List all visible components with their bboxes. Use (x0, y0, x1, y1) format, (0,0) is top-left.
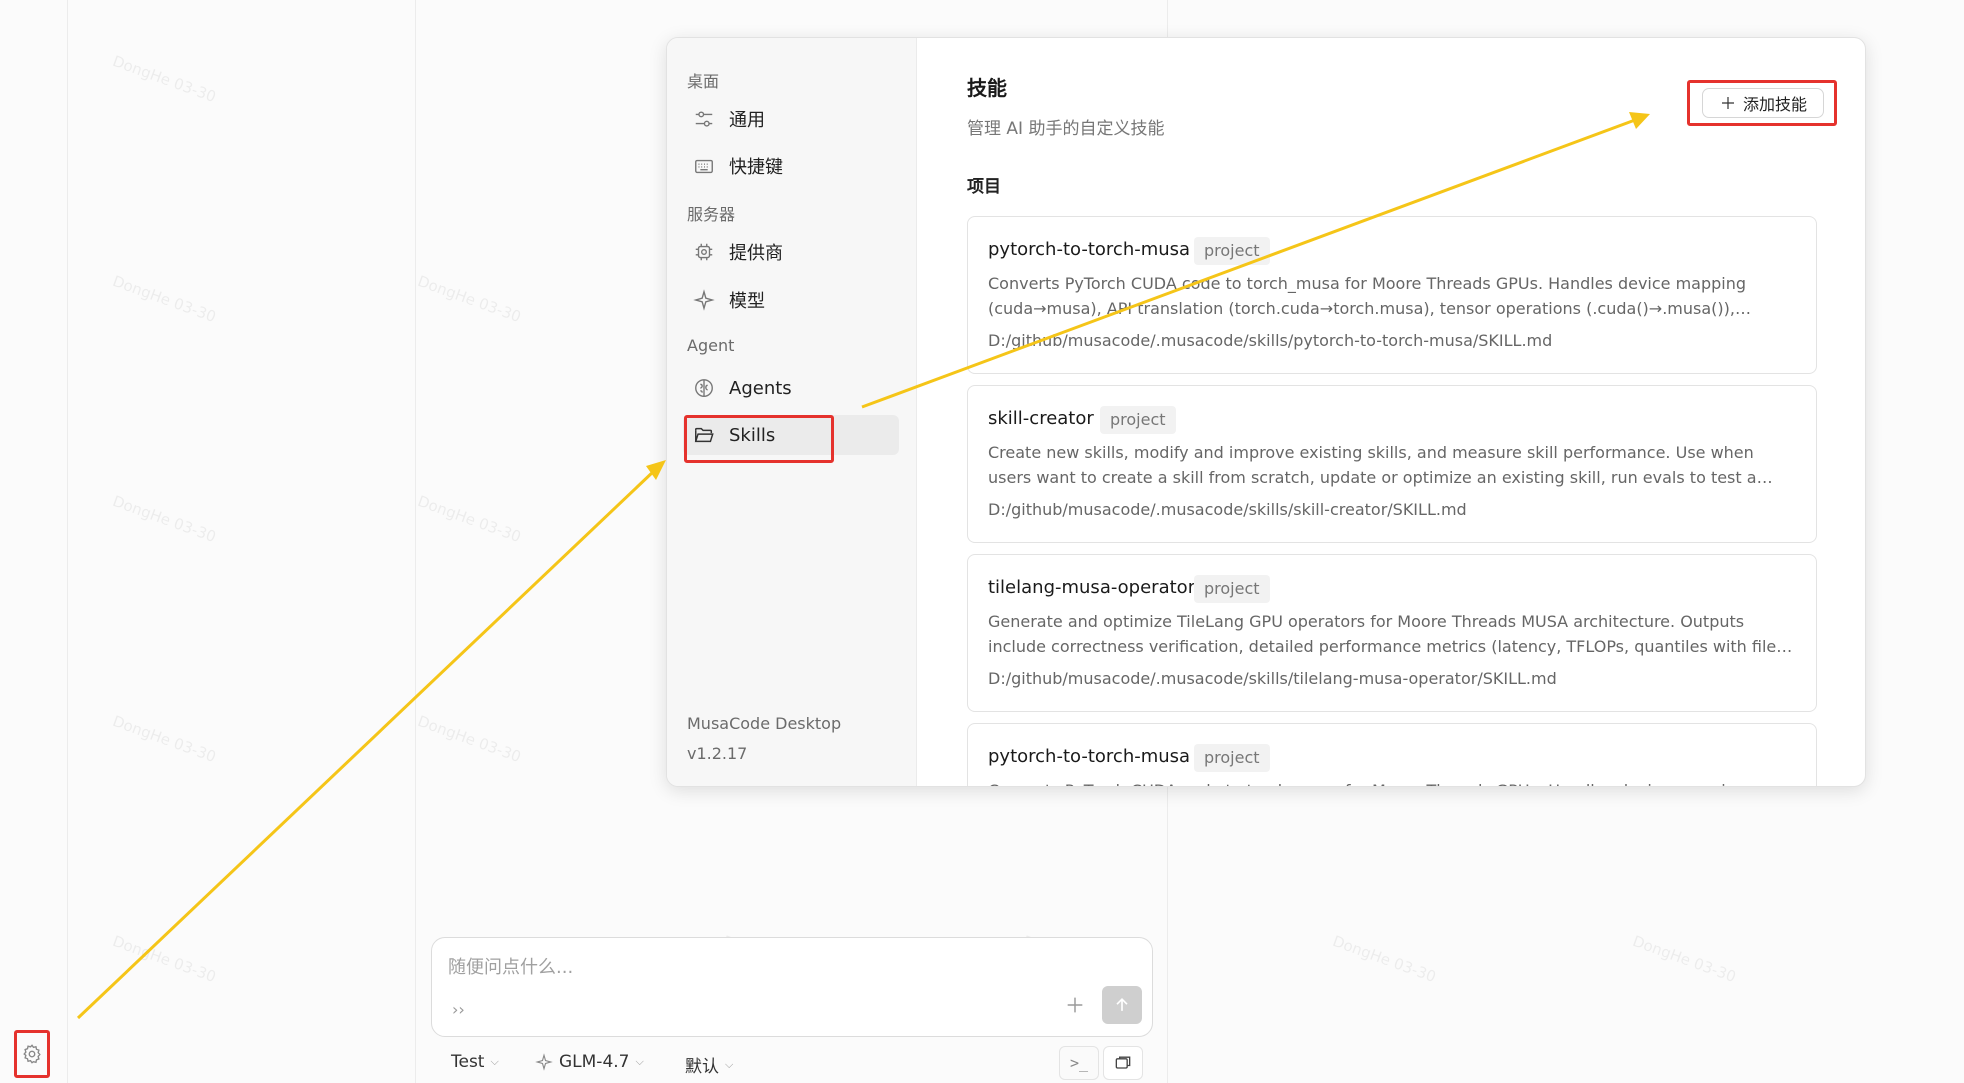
skill-name: tilelang-musa-operator (988, 577, 1196, 598)
section-heading-project: 项目 (967, 177, 1001, 197)
skills-panel: 技能 管理 AI 助手的自定义技能 添加技能 项目 pytorch-to-tor… (917, 38, 1865, 786)
session-list-pane (68, 0, 416, 1083)
settings-sidebar: 桌面 通用 快捷键 服务器 提供商 模型 Agent Agents Skills… (667, 38, 917, 786)
skill-tag: project (1100, 406, 1176, 434)
send-button[interactable] (1102, 986, 1142, 1024)
sidebar-item-label: Agents (729, 377, 792, 399)
skill-description: Converts PyTorch CUDA code to torch_musa… (988, 274, 1747, 318)
copy-window-icon (1115, 1056, 1131, 1069)
panel-toggle-button[interactable] (1103, 1046, 1143, 1080)
skill-card[interactable]: skill-creator project Create new skills,… (967, 385, 1817, 543)
sidebar-item-label: 提供商 (729, 243, 783, 264)
model-selector-label: GLM-4.7 (559, 1052, 630, 1072)
terminal-button[interactable]: >_ (1059, 1046, 1099, 1080)
sidebar-item-providers[interactable]: 提供商 (683, 232, 899, 272)
sparkle-icon (535, 1053, 553, 1071)
keyboard-icon (695, 159, 713, 174)
skill-list: pytorch-to-torch-musa project Converts P… (967, 216, 1817, 786)
skill-tag: project (1194, 237, 1270, 265)
sidebar-item-label: 模型 (729, 291, 765, 312)
sidebar-item-general[interactable]: 通用 (683, 99, 899, 139)
skill-description: Converts PyTorch CUDA code to torch_musa… (988, 778, 1798, 786)
sidebar-item-agents[interactable]: Agents (683, 368, 899, 408)
skill-description: Generate and optimize TileLang GPU opera… (988, 612, 1777, 656)
skill-tag: project (1194, 744, 1270, 772)
app-version: v1.2.17 (687, 744, 748, 763)
sidebar-section-desktop: 桌面 (687, 72, 720, 91)
plus-icon (1721, 97, 1734, 109)
add-skill-highlight-box: 添加技能 (1687, 80, 1837, 126)
sidebar-item-label: Skills (729, 424, 776, 446)
sidebar-item-skills[interactable]: Skills (683, 415, 899, 455)
mode-selector-label: 默认 (685, 1057, 719, 1077)
skill-card[interactable]: pytorch-to-torch-musa project Converts P… (967, 216, 1817, 374)
skill-card[interactable]: pytorch-to-torch-musa project Converts P… (967, 723, 1817, 786)
skill-name: pytorch-to-torch-musa (988, 746, 1191, 767)
app-name: MusaCode Desktop (687, 714, 842, 733)
sidebar-item-models[interactable]: 模型 (683, 280, 899, 320)
add-skill-label: 添加技能 (1742, 95, 1807, 114)
skill-tag: project (1194, 575, 1270, 603)
chevron-down-icon: ⌵ (635, 1055, 644, 1068)
skill-card[interactable]: tilelang-musa-operator project Generate … (967, 554, 1817, 712)
settings-button[interactable] (14, 1030, 50, 1078)
page-title: 技能 (967, 76, 1007, 100)
skill-name: skill-creator (988, 408, 1094, 429)
sidebar-item-shortcuts[interactable]: 快捷键 (683, 146, 899, 186)
chevron-down-icon: ⌵ (490, 1055, 499, 1068)
mode-selector[interactable]: 默认 ⌵ (685, 1052, 733, 1077)
sparkle-icon (693, 289, 715, 311)
plus-icon (1067, 997, 1083, 1013)
chevron-down-icon: ⌵ (725, 1057, 734, 1071)
sidebar-item-label: 通用 (729, 110, 765, 131)
agent-selector[interactable]: Test ⌵ (451, 1052, 499, 1072)
skill-path: D:/github/musacode/.musacode/skills/skil… (988, 500, 1467, 519)
composer-prefix: ›› (452, 1000, 465, 1019)
sidebar-item-label: 快捷键 (729, 157, 783, 178)
terminal-icon: >_ (1069, 1054, 1089, 1072)
left-rail (0, 0, 68, 1083)
agent-selector-label: Test (451, 1052, 485, 1072)
sidebar-section-agent: Agent (687, 336, 735, 355)
add-skill-button[interactable]: 添加技能 (1702, 88, 1824, 118)
page-subtitle: 管理 AI 助手的自定义技能 (967, 119, 1165, 139)
settings-dialog: 桌面 通用 快捷键 服务器 提供商 模型 Agent Agents Skills… (666, 37, 1866, 787)
sliders-icon (695, 111, 713, 127)
skill-description: Create new skills, modify and improve ex… (988, 443, 1757, 487)
arrow-up-icon (1116, 997, 1128, 1011)
skill-name: pytorch-to-torch-musa (988, 239, 1191, 260)
skill-path: D:/github/musacode/.musacode/skills/tile… (988, 669, 1557, 688)
cpu-icon (695, 243, 713, 261)
skill-path: D:/github/musacode/.musacode/skills/pyto… (988, 331, 1553, 350)
chat-composer: ›› (431, 937, 1153, 1037)
sidebar-section-server: 服务器 (687, 205, 736, 224)
chat-input[interactable] (448, 952, 1048, 982)
model-selector[interactable]: GLM-4.7 ⌵ (535, 1052, 644, 1072)
folder-open-icon (694, 427, 714, 443)
gear-icon (23, 1044, 41, 1064)
add-attachment-button[interactable] (1060, 990, 1090, 1020)
composer-toolbar: Test ⌵ GLM-4.7 ⌵ 默认 ⌵ >_ (431, 1046, 1153, 1080)
brain-icon (695, 379, 713, 397)
